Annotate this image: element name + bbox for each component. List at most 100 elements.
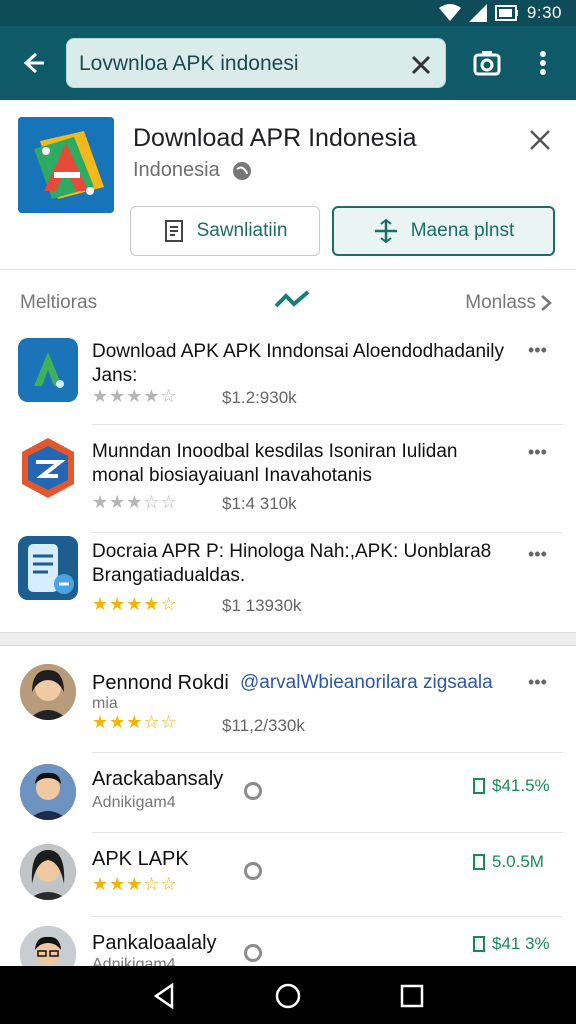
more-options-icon[interactable]: •••: [528, 442, 554, 462]
more-link-label: Monlass: [465, 292, 536, 313]
size-label: $41.5%: [492, 776, 550, 795]
list-item[interactable]: Docraia APR P: Hinologa Nah:,APK: Uonbla…: [0, 536, 576, 632]
app-logo-icon: [18, 117, 114, 213]
status-time: 9:30: [526, 3, 562, 22]
overflow-menu-button[interactable]: [528, 44, 558, 82]
back-arrow-icon: [23, 52, 44, 74]
divider: [92, 424, 562, 425]
battery-icon: [494, 5, 518, 21]
primary-action-label: Maena plnst: [410, 220, 515, 241]
rating-stars: ★★★☆☆: [92, 492, 178, 512]
status-bar: 9:30: [0, 0, 576, 26]
header-subtitle-row: Indonesia: [133, 159, 252, 182]
close-icon[interactable]: [524, 124, 556, 156]
avatar: [20, 844, 76, 900]
rating-stars: ★★★☆☆: [92, 874, 178, 894]
avatar: [20, 664, 76, 720]
system-nav-bar: [0, 966, 576, 1024]
primary-action-button[interactable]: Maena plnst: [332, 206, 555, 256]
download-icon: [473, 778, 485, 794]
rating-stars: ★★★★☆: [92, 386, 178, 406]
person-name: APK LAPK: [92, 848, 189, 870]
list-item[interactable]: Munndan Inoodbal kesdilas Isoniran Iulid…: [0, 430, 576, 534]
divider: [92, 916, 562, 917]
divider: [92, 532, 562, 533]
document-icon: [164, 220, 183, 242]
person-name: Pennond Rokdi: [92, 672, 229, 694]
status-icons: 9:30: [438, 3, 562, 23]
chevron-right-icon: [541, 295, 552, 311]
more-options-icon[interactable]: •••: [528, 544, 554, 564]
app-bar: Lovwnloa APK indonesi: [0, 26, 576, 100]
list-item[interactable]: Arackabansaly Adnikigam4 $41.5%: [0, 754, 576, 833]
app-icon: [18, 436, 78, 500]
app-price: $1.2:930k: [222, 388, 297, 407]
app-title: Docraia APR P: Hinologa Nah:,APK: Uonbla…: [92, 541, 492, 586]
nav-recents-icon[interactable]: [396, 980, 428, 1012]
size-badge: 5.0.5M: [472, 852, 544, 872]
app-icon: [18, 536, 78, 600]
signal-icon: [468, 4, 487, 22]
app-price: $1:4 310k: [222, 494, 297, 513]
back-button[interactable]: [14, 45, 50, 81]
rating-stars: ★★★☆☆: [92, 712, 178, 732]
nav-home-icon[interactable]: [272, 980, 304, 1012]
search-input[interactable]: Lovwnloa APK indonesi: [79, 52, 299, 76]
divider: [92, 832, 562, 833]
app-header-card: Download APR Indonesia Indonesia Sawnlia…: [0, 100, 576, 270]
size-label: 5.0.5M: [492, 852, 544, 871]
person-avatar-icon: [20, 844, 76, 900]
app-icon: [18, 338, 78, 402]
app-price: $11,2/330k: [222, 716, 305, 735]
person-subtitle: mia: [92, 695, 118, 712]
more-vert-icon: [540, 51, 546, 75]
section-header: Meltioras Monlass: [0, 288, 576, 318]
person-avatar-icon: [20, 764, 76, 820]
person-subtitle: Adnikigam4: [92, 794, 176, 811]
more-options-icon[interactable]: •••: [528, 672, 554, 692]
more-options-icon[interactable]: •••: [528, 340, 554, 360]
avatar: [20, 926, 76, 966]
app-title: Download APK APK Inndonsai Alоendodhadan…: [92, 341, 504, 386]
trend-icon: [274, 290, 310, 308]
app-price: $1 13930k: [222, 596, 302, 615]
nav-back-icon[interactable]: [148, 980, 180, 1012]
list-item[interactable]: Pankaloaalaly Adnikigam4 $41 3%: [0, 918, 576, 966]
secondary-action-button[interactable]: Sawnliatiin: [130, 206, 320, 256]
section-divider: [0, 632, 576, 646]
person-name: Arackabansaly: [92, 768, 224, 790]
app-logo-icon: [18, 536, 78, 600]
secondary-action-label: Sawnliatiin: [196, 220, 288, 241]
person-subtitle: Adnikigam4: [92, 956, 176, 966]
globe-icon: [232, 161, 251, 180]
list-item[interactable]: APK LAPK ★★★☆☆ 5.0.5M: [0, 834, 576, 917]
radio-button[interactable]: [244, 862, 262, 880]
download-icon: [473, 854, 485, 870]
section-title: Meltioras: [20, 292, 98, 313]
radio-button[interactable]: [244, 782, 262, 800]
app-title: Munndan Inoodbal kesdilas Isoniran Iulid…: [92, 441, 458, 486]
more-link[interactable]: Monlass: [465, 292, 552, 314]
wifi-icon: [438, 4, 461, 21]
app-logo: [18, 117, 114, 213]
profile-link[interactable]: @arvalWbieanorilara zigsaala: [240, 672, 493, 694]
size-badge: $41 3%: [472, 934, 550, 954]
divider: [92, 752, 562, 753]
clear-search-icon[interactable]: [407, 51, 435, 79]
list-item[interactable]: Pennond Rokdi @arvalWbieanorilara zigsaa…: [0, 660, 576, 753]
radio-button[interactable]: [244, 944, 262, 962]
avatar: [20, 764, 76, 820]
size-badge: $41.5%: [472, 776, 550, 796]
page-title: Download APR Indonesia: [133, 124, 417, 152]
list-item[interactable]: Download APK APK Inndonsai Alоendodhadan…: [0, 330, 576, 426]
download-icon: [473, 936, 485, 952]
app-logo-icon: [18, 338, 78, 402]
person-avatar-icon: [20, 926, 76, 966]
camera-button[interactable]: [468, 44, 506, 82]
search-box[interactable]: Lovwnloa APK indonesi: [66, 38, 446, 88]
app-logo-icon: [22, 438, 74, 498]
header-subtitle: Indonesia: [133, 159, 220, 181]
person-avatar-icon: [20, 664, 76, 720]
size-label: $41 3%: [492, 934, 550, 953]
camera-icon: [473, 51, 501, 76]
